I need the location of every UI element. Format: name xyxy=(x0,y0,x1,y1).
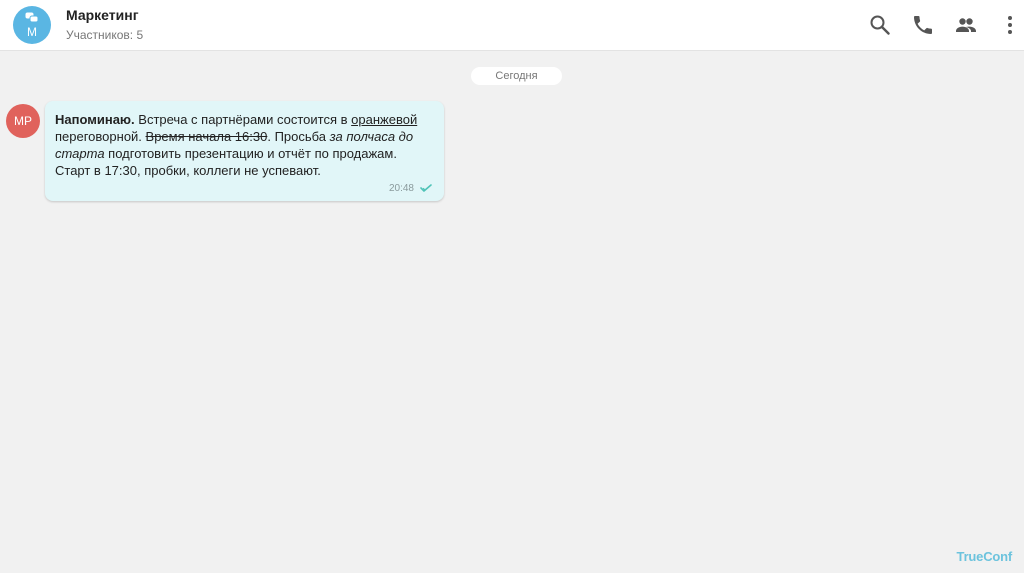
trueconf-logo: TrueConf xyxy=(956,549,1013,564)
message-bold-text: Напоминаю. xyxy=(55,112,135,127)
chat-header: M Маркетинг Участников: 5 xyxy=(0,0,1024,51)
search-icon xyxy=(868,13,892,37)
date-separator: Сегодня xyxy=(471,67,562,85)
message-text-part: подготовить презентацию и отчёт по прода… xyxy=(55,146,397,178)
read-check-icon xyxy=(414,183,432,194)
message-time: 20:48 xyxy=(388,183,414,194)
chat-title[interactable]: Маркетинг xyxy=(66,7,139,23)
participants-icon xyxy=(954,13,978,37)
chat-avatar[interactable]: M xyxy=(13,6,51,44)
message-text-part: . Просьба xyxy=(267,129,330,144)
phone-icon xyxy=(911,13,935,37)
more-options-button[interactable] xyxy=(998,13,1022,37)
participants-count: Участников: 5 xyxy=(66,28,144,42)
message-text: Напоминаю. Встреча с партнёрами состоитс… xyxy=(55,111,434,179)
message-underlined-text: оранжевой xyxy=(351,112,418,127)
participants-button[interactable] xyxy=(954,13,978,37)
search-button[interactable] xyxy=(868,13,892,37)
message-bubble[interactable]: Напоминаю. Встреча с партнёрами состоитс… xyxy=(45,101,444,201)
group-chat-icon xyxy=(25,11,39,23)
call-button[interactable] xyxy=(911,13,935,37)
message-text-part: Встреча с партнёрами состоится в xyxy=(134,112,352,127)
chat-avatar-letter: M xyxy=(27,25,37,39)
message-strikethrough-text: Время начала 16:30 xyxy=(145,129,268,144)
message-text-part: переговорной. xyxy=(55,129,146,144)
sender-avatar[interactable]: MP xyxy=(6,104,40,138)
more-vert-icon xyxy=(998,13,1022,37)
message-meta: 20:48 xyxy=(389,183,432,194)
